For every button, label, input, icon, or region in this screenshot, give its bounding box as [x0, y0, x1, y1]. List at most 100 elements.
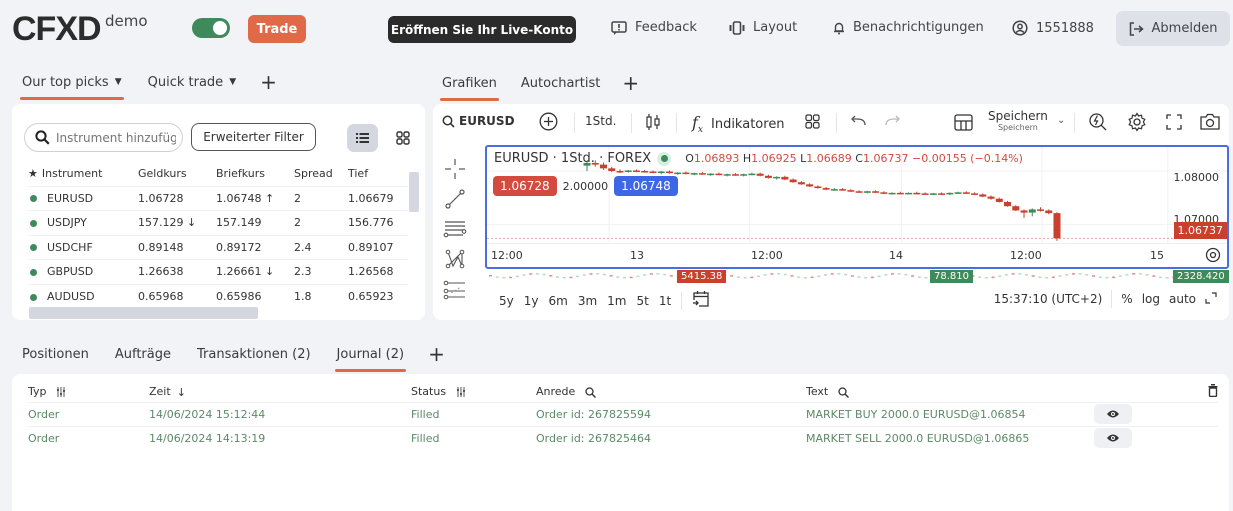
- compare-symbol-button[interactable]: [539, 112, 558, 131]
- logout-button[interactable]: Abmelden: [1116, 11, 1230, 46]
- instrument-search[interactable]: [24, 123, 183, 152]
- column-header-instrument[interactable]: ★ Instrument: [28, 162, 138, 186]
- log-scale-button[interactable]: log: [1142, 292, 1160, 306]
- auto-scale-button[interactable]: auto: [1169, 292, 1196, 306]
- grid-view-button[interactable]: [387, 124, 418, 152]
- candle-body: [616, 171, 624, 173]
- tab-quick-trade[interactable]: Quick trade ▼: [146, 70, 238, 94]
- column-header-reference[interactable]: Anrede: [536, 382, 806, 402]
- ask-cell[interactable]: 0.89172: [216, 234, 294, 260]
- expand-button[interactable]: [1205, 291, 1217, 307]
- quick-search-button[interactable]: [1088, 112, 1108, 132]
- fib-tool[interactable]: [441, 214, 469, 244]
- bid-cell[interactable]: 1.26638: [138, 259, 216, 284]
- undo-button[interactable]: [851, 115, 866, 126]
- range-1y-button[interactable]: 1y: [524, 294, 539, 308]
- x-tick-label: 14: [889, 249, 903, 262]
- column-header-status[interactable]: Status: [411, 382, 536, 402]
- ask-cell[interactable]: 1.26661 ↓: [216, 259, 294, 284]
- column-header-bid[interactable]: Geldkurs: [138, 162, 216, 186]
- chart-type-button[interactable]: [645, 113, 661, 131]
- symbol-search-button[interactable]: EURUSD: [442, 114, 515, 128]
- clear-journal-button[interactable]: [1094, 382, 1218, 402]
- instrument-row[interactable]: AUDUSD 0.65968 0.65986 1.8 0.65923: [28, 283, 408, 309]
- mini-candle: [884, 274, 888, 276]
- go-to-date-button[interactable]: [692, 290, 710, 311]
- tab-grafiken[interactable]: Grafiken: [440, 71, 499, 101]
- tab-auftraege[interactable]: Aufträge: [113, 342, 173, 366]
- view-details-button[interactable]: [1094, 404, 1132, 424]
- instrument-row[interactable]: GBPUSD 1.26638 1.26661 ↓ 2.3 1.26568: [28, 259, 408, 284]
- ask-cell[interactable]: 1.06748 ↑: [216, 185, 294, 211]
- open-live-account-button[interactable]: Eröffnen Sie Ihr Live-Konto: [388, 16, 576, 43]
- range-1t-button[interactable]: 1t: [659, 294, 671, 308]
- tab-transaktionen[interactable]: Transaktionen (2): [195, 342, 313, 366]
- percent-scale-button[interactable]: %: [1121, 292, 1132, 306]
- tab-journal[interactable]: Journal (2): [334, 342, 407, 372]
- candle-body: [896, 192, 904, 195]
- trend-line-tool[interactable]: [441, 184, 469, 214]
- layout-button[interactable]: Layout: [729, 20, 797, 35]
- sell-price-button[interactable]: 1.06728: [493, 176, 557, 196]
- bid-cell[interactable]: 0.65968: [138, 283, 216, 309]
- bid-cell[interactable]: 1.06728: [138, 185, 216, 211]
- price-chart[interactable]: EURUSD · 1Std. · FOREX O1.06893 H1.06925…: [485, 145, 1229, 269]
- save-dropdown-button[interactable]: ⌄: [1057, 115, 1065, 126]
- instrument-row[interactable]: USDJPY 157.129 ↓ 157.149 2 156.776: [28, 210, 408, 235]
- table-header-row: Typ Zeit ↓ Status Anrede Text: [28, 382, 1218, 402]
- grid-icon: [395, 131, 410, 145]
- indicators-button[interactable]: fx Indikatoren: [692, 113, 785, 135]
- ask-cell[interactable]: 157.149: [216, 210, 294, 235]
- column-header-ask[interactable]: Briefkurs: [216, 162, 294, 186]
- view-details-button[interactable]: [1094, 428, 1132, 449]
- add-chart-tab-button[interactable]: +: [622, 73, 639, 93]
- mini-ticker-strip: 5415.38 78.810 2328.420: [485, 270, 1229, 284]
- bid-cell[interactable]: 157.129 ↓: [138, 210, 216, 235]
- low-cell: 1.06679: [348, 185, 408, 211]
- demo-mode-toggle[interactable]: [192, 18, 230, 38]
- range-6m-button[interactable]: 6m: [549, 294, 568, 308]
- pattern-tool[interactable]: [441, 244, 469, 274]
- save-button[interactable]: Speichern Speichern: [988, 109, 1048, 132]
- crosshair-tool[interactable]: [441, 154, 469, 184]
- range-5y-button[interactable]: 5y: [499, 294, 514, 308]
- feedback-button[interactable]: Feedback: [611, 20, 697, 35]
- screenshot-button[interactable]: [1200, 113, 1220, 130]
- instrument-search-input[interactable]: [56, 130, 176, 145]
- templates-button[interactable]: [805, 114, 820, 129]
- vertical-scrollbar[interactable]: [409, 172, 419, 212]
- instrument-row[interactable]: USDCHF 0.89148 0.89172 2.4 0.89107: [28, 234, 408, 260]
- advanced-filter-button[interactable]: Erweiterter Filter: [191, 123, 316, 151]
- range-3m-button[interactable]: 3m: [578, 294, 597, 308]
- column-header-text[interactable]: Text: [806, 382, 1094, 402]
- fullscreen-button[interactable]: [1166, 114, 1182, 130]
- trade-button[interactable]: Trade: [248, 15, 306, 43]
- range-1m-button[interactable]: 1m: [607, 294, 626, 308]
- prediction-tool[interactable]: [441, 274, 469, 304]
- column-header-low[interactable]: Tief: [348, 162, 408, 186]
- list-view-button[interactable]: [347, 124, 378, 152]
- axis-settings-button[interactable]: [1205, 247, 1221, 266]
- ask-cell[interactable]: 0.65986: [216, 283, 294, 309]
- range-5t-button[interactable]: 5t: [636, 294, 648, 308]
- redo-button[interactable]: [885, 115, 900, 126]
- layout-select-button[interactable]: [954, 114, 973, 131]
- mini-candle: [770, 273, 774, 275]
- interval-button[interactable]: 1Std.: [585, 114, 616, 128]
- tab-autochartist[interactable]: Autochartist: [519, 71, 602, 95]
- column-header-spread[interactable]: Spread: [294, 162, 348, 186]
- tab-our-top-picks[interactable]: Our top picks ▼: [20, 70, 124, 100]
- horizontal-scrollbar[interactable]: [29, 307, 258, 319]
- column-header-type[interactable]: Typ: [28, 382, 149, 402]
- column-header-time[interactable]: Zeit ↓: [149, 382, 411, 402]
- chart-settings-button[interactable]: [1127, 112, 1147, 132]
- bid-cell[interactable]: 0.89148: [138, 234, 216, 260]
- account-button[interactable]: 1551888: [1012, 20, 1094, 36]
- notifications-button[interactable]: Benachrichtigungen: [833, 20, 984, 35]
- buy-price-button[interactable]: 1.06748: [614, 176, 678, 196]
- tab-positionen[interactable]: Positionen: [20, 342, 91, 366]
- instrument-row[interactable]: EURUSD 1.06728 1.06748 ↑ 2 1.06679: [28, 185, 408, 211]
- mini-candle: [924, 276, 928, 279]
- add-watchlist-tab-button[interactable]: +: [260, 72, 277, 92]
- add-account-tab-button[interactable]: +: [428, 344, 445, 364]
